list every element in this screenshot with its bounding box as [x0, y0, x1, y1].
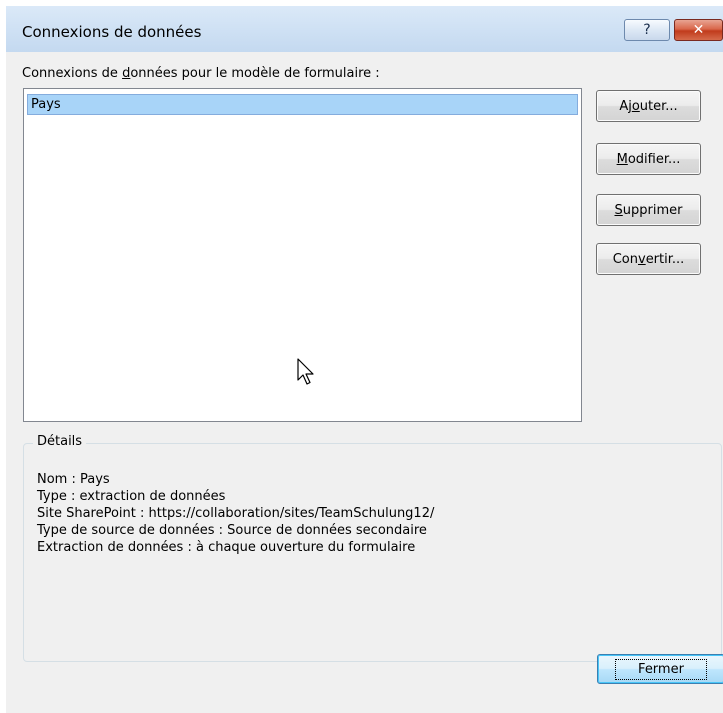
help-button[interactable]: ? [624, 19, 670, 41]
list-item-pays[interactable]: Pays [27, 94, 578, 115]
details-content: Nom : Pays Type : extraction de données … [37, 471, 434, 556]
delete-button[interactable]: Supprimer [596, 194, 701, 226]
help-icon: ? [643, 22, 651, 38]
title-bar[interactable]: Connexions de données ? ✕ [6, 6, 723, 52]
convert-button[interactable]: Con v ertir... [596, 243, 701, 275]
close-window-button[interactable]: ✕ [674, 19, 723, 41]
details-line-name: Nom : Pays [37, 472, 110, 487]
window-title: Connexions de données [22, 23, 202, 41]
add-button[interactable]: Aj o uter... [596, 90, 701, 122]
details-line-site: Site SharePoint : https://collaboration/… [37, 506, 435, 521]
details-line-extraction: Extraction de données : à chaque ouvertu… [37, 540, 416, 555]
connections-list-label: Connexions de données pour le modèle de … [22, 66, 380, 81]
close-icon: ✕ [692, 22, 705, 38]
modify-button[interactable]: Modifier... [596, 143, 701, 175]
list-item-label: Pays [31, 97, 61, 112]
mouse-pointer-icon [297, 358, 315, 390]
data-connections-dialog: Connexions de données ? ✕ Connexions de … [6, 6, 723, 713]
close-button-label: Fermer [615, 658, 707, 680]
details-line-source-type: Type de source de données : Source de do… [37, 523, 427, 538]
close-button[interactable]: Fermer [597, 654, 723, 684]
details-title: Détails [33, 434, 87, 449]
details-line-type: Type : extraction de données [37, 489, 226, 504]
